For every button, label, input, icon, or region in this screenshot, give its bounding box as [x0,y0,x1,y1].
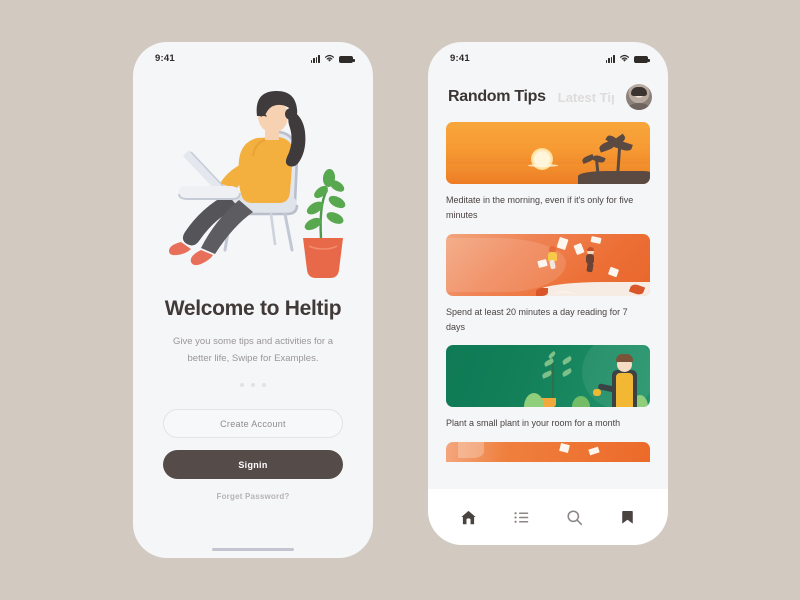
flying-page [608,266,620,277]
person-hair [616,354,633,363]
status-time: 9:41 [450,52,470,64]
list-icon [514,511,529,523]
pagination-dots[interactable] [133,383,373,388]
status-bar: 9:41 [133,42,373,68]
home-icon [461,510,476,524]
phone-tips-screen: 9:41 Random Tips Latest Tips [428,42,668,545]
home-indicator [212,547,294,551]
app-mockup-canvas: 9:41 Welcome to Heltip Give you some tip… [0,0,800,600]
person-reading [585,246,596,273]
glove-icon [593,389,601,397]
search-icon [567,509,583,525]
tab-search[interactable] [558,500,592,534]
leaf [541,370,553,380]
woman-with-laptop-illustration [169,90,346,278]
palm-leaf [581,153,595,165]
battery-icon [634,55,650,63]
flying-page [588,446,600,456]
signin-button[interactable]: Signin [163,450,343,480]
pagination-dot[interactable] [251,383,255,388]
list-item[interactable]: Spend at least 20 minutes a day reading … [446,233,650,335]
plant-shape [535,287,548,296]
highlight-shape [458,442,485,459]
tab-home[interactable] [452,500,486,534]
sapling-stem [552,357,554,400]
flying-page [590,235,602,244]
tab-bookmark[interactable] [611,500,645,534]
page-title: Welcome to Heltip [164,297,342,320]
tab-list[interactable] [505,500,539,534]
pagination-dot[interactable] [240,383,244,388]
signal-icon [310,55,320,63]
bottom-tab-bar [428,489,668,545]
signal-icon [605,55,615,63]
status-time: 9:41 [155,52,175,64]
shore-silhouette [578,171,650,184]
person-reading [548,245,557,270]
wifi-icon [620,54,629,62]
card-image-reading [446,233,650,296]
card-image-partial [446,442,650,463]
tab-random-tips[interactable]: Random Tips [448,88,546,106]
list-item[interactable]: Plant a small plant in your room for a m… [446,345,650,431]
card-caption: Spend at least 20 minutes a day reading … [446,306,628,332]
flying-page [556,236,569,250]
card-image-garden [446,345,650,408]
tips-feed-list[interactable]: Meditate in the morning, even if it's on… [428,110,668,514]
list-item[interactable] [446,442,650,463]
pagination-dot[interactable] [262,383,266,388]
grass-blade [523,393,544,408]
status-icons [605,54,650,63]
tab-latest-tips[interactable]: Latest Tips [558,90,614,105]
avatar[interactable] [626,84,652,110]
grass-blade [572,396,591,408]
forget-password-link[interactable]: Forget Password? [163,492,343,501]
card-caption: Meditate in the morning, even if it's on… [446,195,634,220]
wifi-icon [325,54,334,62]
apron-shape [616,373,633,408]
card-caption: Plant a small plant in your room for a m… [446,418,621,429]
battery-icon [339,55,355,63]
tips-header: Random Tips Latest Tips [428,68,668,110]
flying-page [572,242,585,255]
list-item[interactable]: Meditate in the morning, even if it's on… [446,122,650,223]
leaf [561,368,573,378]
status-bar: 9:41 [428,42,668,68]
flying-page [559,443,571,454]
onboarding-illustration [133,68,373,283]
create-account-button[interactable]: Create Account [163,409,343,439]
page-subtitle: Give you some tips and activities for a … [173,336,333,364]
status-icons [310,54,355,63]
leaf [561,356,573,366]
auth-actions: Create Account Signin Forget Password? [133,409,373,501]
sun-reflection [527,164,558,167]
card-image-sunset [446,122,650,184]
phone-onboarding-screen: 9:41 Welcome to Heltip Give you some tip… [133,42,373,558]
bookmark-icon [622,510,633,524]
